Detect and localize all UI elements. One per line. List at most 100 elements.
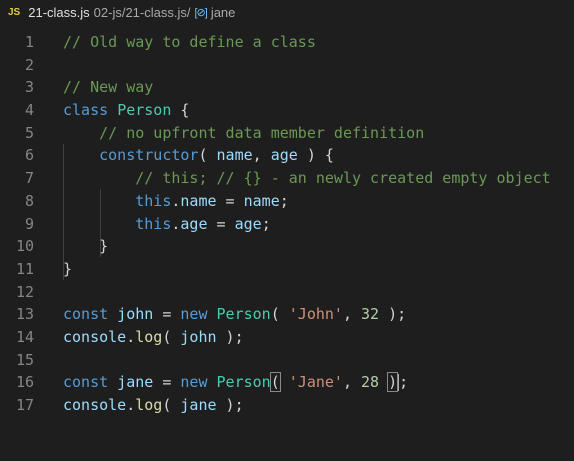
code-token: ;: [261, 214, 271, 233]
matched-bracket: (: [269, 372, 281, 393]
code-line[interactable]: 14 console.log( john );: [0, 326, 574, 349]
code-text: class Person {: [63, 99, 189, 122]
line-number: 3: [24, 78, 34, 97]
line-number: 1: [24, 33, 34, 51]
line-number: 16: [15, 373, 34, 392]
line-number: 10: [15, 237, 34, 256]
code-token: name: [180, 191, 217, 210]
code-token: =: [216, 191, 244, 210]
code-token: Person: [117, 101, 172, 120]
code-token: const: [63, 373, 109, 392]
code-text: this.name = name;: [63, 190, 289, 213]
code-token: new: [180, 373, 208, 392]
code-text: // this; // {} - an newly created empty …: [63, 167, 550, 190]
code-token: (: [162, 327, 181, 346]
code-line[interactable]: 16 const jane = new Person( 'Jane', 28 );: [0, 371, 574, 394]
code-line[interactable]: 15: [0, 349, 574, 372]
code-line[interactable]: 7 // this; // {} - an newly created empt…: [0, 167, 574, 190]
breadcrumb-path[interactable]: 02-js/21-class.js/: [94, 5, 191, 20]
code-line[interactable]: 6 constructor( name, age ) {: [0, 144, 574, 167]
variable-symbol-icon: [⊘]: [194, 6, 207, 19]
code-token: this: [135, 214, 172, 233]
line-number: 8: [24, 191, 34, 210]
code-text: }: [63, 235, 108, 258]
code-text: constructor( name, age ) {: [63, 144, 334, 167]
breadcrumb: JS 21-class.js 02-js/21-class.js/ [⊘] ja…: [0, 0, 574, 24]
code-token: }: [63, 237, 109, 256]
code-text: }: [63, 258, 72, 281]
code-token: );: [216, 327, 244, 346]
code-token: age: [180, 214, 208, 233]
code-token: age: [234, 214, 262, 233]
code-text: console.log( jane );: [63, 394, 244, 417]
code-token: 32: [361, 305, 380, 324]
code-text: // no upfront data member definition: [63, 122, 424, 145]
line-number: 4: [24, 101, 34, 120]
breadcrumb-symbol[interactable]: jane: [211, 5, 236, 20]
code-token: john: [180, 327, 217, 346]
code-token: ,: [342, 305, 362, 324]
javascript-file-icon: JS: [8, 6, 21, 18]
code-token: john: [117, 305, 154, 324]
line-number: 2: [24, 55, 34, 74]
code-token: =: [153, 305, 181, 324]
line-number: 7: [24, 169, 34, 188]
code-line[interactable]: 12: [0, 281, 574, 304]
code-token: 28: [361, 373, 380, 392]
code-token: age: [270, 146, 298, 165]
line-number: 6: [24, 146, 34, 165]
code-token: (: [270, 305, 289, 324]
code-line[interactable]: 9 this.age = age;: [0, 213, 574, 236]
code-token: 'John': [288, 305, 343, 324]
code-editor[interactable]: 1 // Old way to define a class 2 3 // New wa…: [0, 31, 574, 417]
code-line[interactable]: 1 // Old way to define a class: [0, 31, 574, 54]
code-token: =: [153, 373, 181, 392]
code-line[interactable]: 17 console.log( jane );: [0, 394, 574, 417]
code-token: // New way: [63, 78, 154, 97]
code-token: name: [216, 146, 253, 165]
code-token: =: [207, 214, 235, 233]
code-token: const: [63, 305, 109, 324]
line-number: 5: [24, 123, 34, 142]
code-token: ;: [279, 191, 289, 210]
breadcrumb-file-name[interactable]: 21-class.js: [28, 5, 89, 20]
code-line[interactable]: 13 const john = new Person( 'John', 32 );: [0, 303, 574, 326]
line-number: 14: [15, 327, 34, 346]
code-token: ,: [252, 146, 271, 165]
code-token: .: [126, 327, 136, 346]
code-token: }: [63, 259, 73, 278]
code-token: name: [243, 191, 280, 210]
code-line[interactable]: 5 // no upfront data member definition: [0, 122, 574, 145]
code-line[interactable]: 10 }: [0, 235, 574, 258]
code-token: .: [126, 396, 136, 414]
code-text: const john = new Person( 'John', 32 );: [63, 303, 406, 326]
code-token: log: [135, 327, 163, 346]
line-number: 12: [15, 282, 34, 301]
matched-bracket: ): [387, 372, 399, 393]
code-line[interactable]: 4 class Person {: [0, 99, 574, 122]
code-token: console: [63, 327, 127, 346]
code-token: ;: [399, 373, 409, 392]
line-number: 11: [15, 259, 34, 278]
code-line[interactable]: 8 this.name = name;: [0, 190, 574, 213]
code-token: (: [198, 146, 217, 165]
code-token: jane: [117, 373, 154, 392]
code-line[interactable]: 11}: [0, 258, 574, 281]
code-token: {: [171, 101, 190, 120]
line-number: 17: [15, 396, 34, 414]
code-text: // New way: [63, 76, 153, 99]
code-token: new: [180, 305, 208, 324]
code-line[interactable]: 2: [0, 54, 574, 77]
code-token: console: [63, 396, 127, 414]
code-line[interactable]: 3 // New way: [0, 76, 574, 99]
code-token: Person: [216, 373, 271, 392]
code-token: log: [135, 396, 163, 414]
code-token: class: [63, 101, 109, 120]
